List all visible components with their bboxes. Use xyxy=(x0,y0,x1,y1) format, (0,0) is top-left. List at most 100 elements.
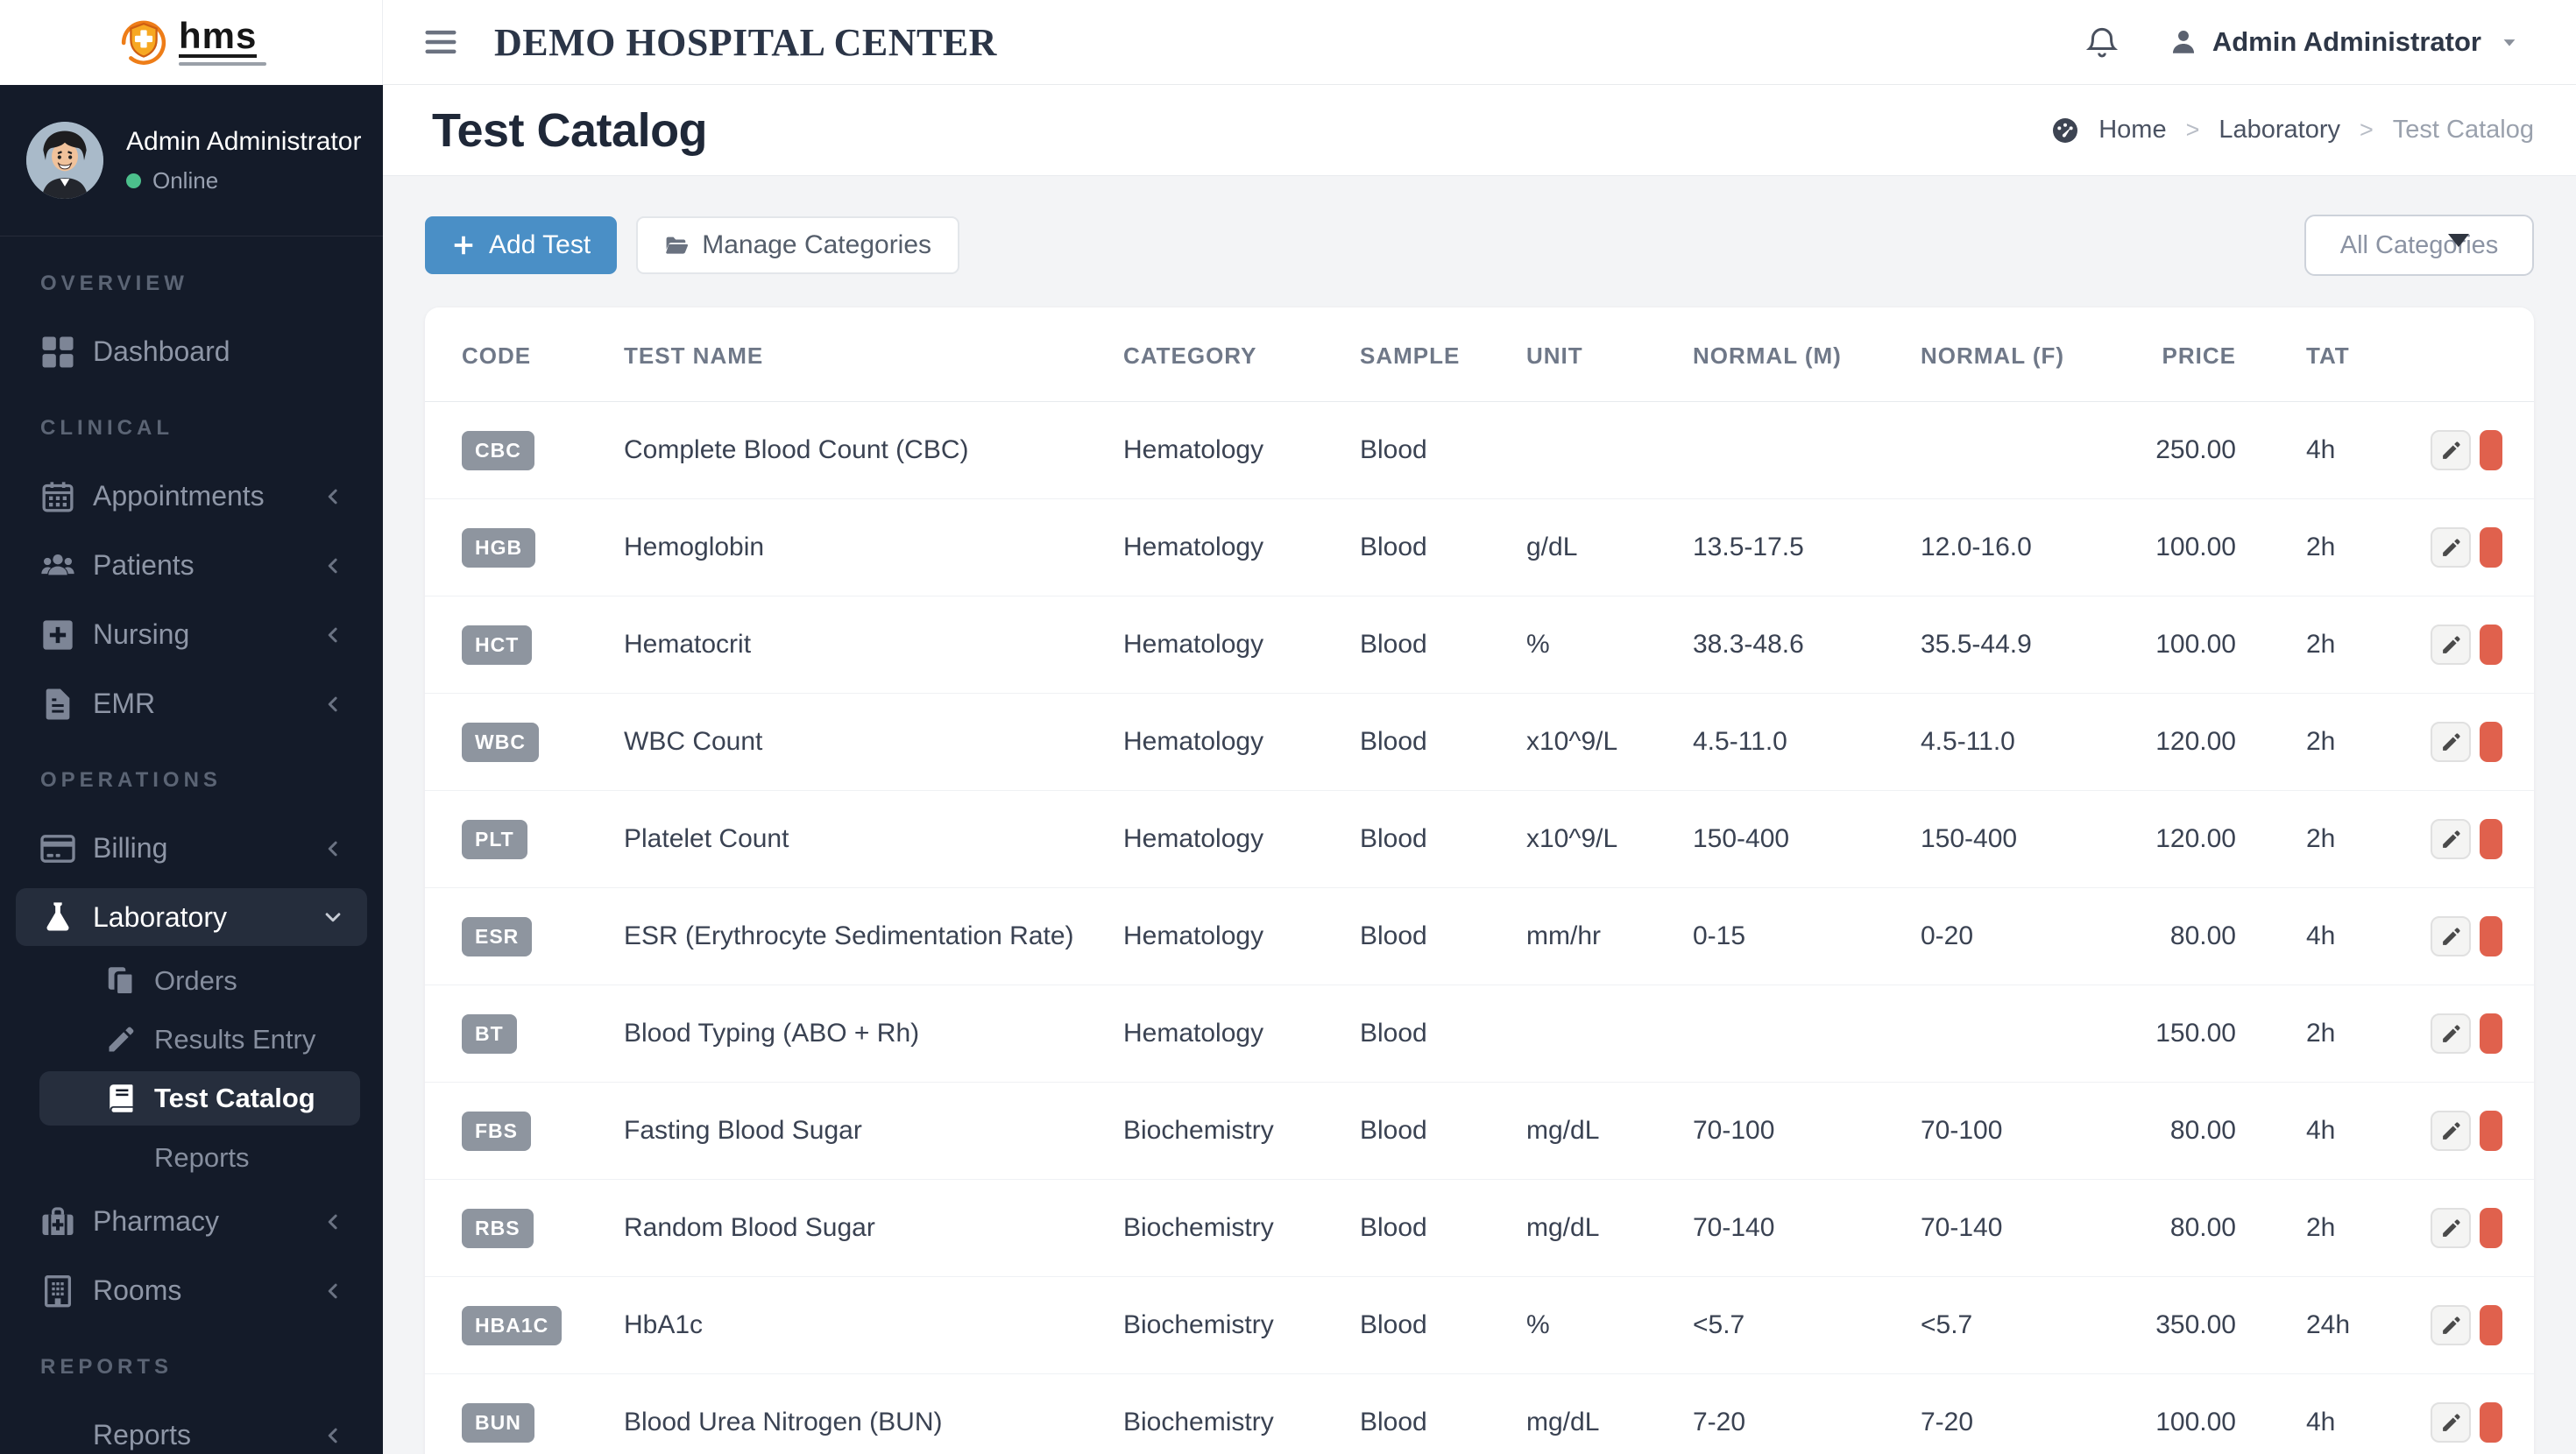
sidebar-item-patients[interactable]: Patients xyxy=(0,531,383,600)
sidebar-subitem-label: Test Catalog xyxy=(154,1083,315,1113)
sidebar-item-dashboard[interactable]: Dashboard xyxy=(0,317,383,386)
cell-unit: x10^9/L xyxy=(1526,693,1693,791)
delete-button[interactable] xyxy=(2480,1305,2502,1345)
edit-button[interactable] xyxy=(2431,1305,2471,1345)
delete-button[interactable] xyxy=(2480,1013,2502,1054)
cell-unit: % xyxy=(1526,596,1693,694)
delete-button[interactable] xyxy=(2480,916,2502,956)
user-menu[interactable]: Admin Administrator xyxy=(2169,26,2522,58)
delete-button[interactable] xyxy=(2480,625,2502,665)
cell-normal_m: 4.5-11.0 xyxy=(1693,693,1921,791)
edit-button[interactable] xyxy=(2431,722,2471,762)
sidebar-subitem-results-entry[interactable]: Results Entry xyxy=(0,1010,383,1069)
cell-normal_f: 7-20 xyxy=(1921,1373,2122,1454)
breadcrumb: Home > Laboratory > Test Catalog xyxy=(2051,116,2534,145)
cell-price: 80.00 xyxy=(2122,1179,2236,1277)
chevron-left-icon xyxy=(320,691,346,717)
delete-button[interactable] xyxy=(2480,527,2502,568)
cell-code: HCT xyxy=(425,596,624,694)
sidebar-item-rooms[interactable]: Rooms xyxy=(0,1256,383,1325)
notifications-bell-icon[interactable] xyxy=(2084,25,2120,60)
sidebar-item-label: Pharmacy xyxy=(93,1205,220,1237)
sidebar-item-billing[interactable]: Billing xyxy=(0,814,383,883)
edit-button[interactable] xyxy=(2431,819,2471,859)
cell-sample: Blood xyxy=(1360,693,1526,791)
chevron-left-icon xyxy=(320,1422,346,1449)
sidebar-subitem-reports[interactable]: Reports xyxy=(0,1128,383,1187)
delete-button[interactable] xyxy=(2480,1208,2502,1248)
cell-price: 100.00 xyxy=(2122,596,2236,694)
chevron-left-icon xyxy=(320,1209,346,1235)
delete-button[interactable] xyxy=(2480,1111,2502,1151)
edit-button[interactable] xyxy=(2431,916,2471,956)
table-row: CBC Complete Blood Count (CBC) Hematology B… xyxy=(425,401,2534,499)
cell-category: Hematology xyxy=(1123,985,1360,1083)
sidebar-subitem-orders[interactable]: Orders xyxy=(0,951,383,1010)
column-header-normal-m: NORMAL (M) xyxy=(1693,307,1921,402)
cell-code: PLT xyxy=(425,790,624,888)
cell-sample: Blood xyxy=(1360,985,1526,1083)
sidebar-subitem-test-catalog[interactable]: Test Catalog xyxy=(39,1071,360,1126)
sidebar-item-label: Rooms xyxy=(93,1274,182,1306)
cell-unit xyxy=(1526,401,1693,499)
cell-actions xyxy=(2420,887,2534,985)
edit-button[interactable] xyxy=(2431,1402,2471,1443)
sidebar-item-laboratory[interactable]: Laboratory xyxy=(16,888,367,946)
sidebar-item-appointments[interactable]: Appointments xyxy=(0,462,383,531)
sidebar-item-emr[interactable]: EMR xyxy=(0,669,383,738)
delete-button[interactable] xyxy=(2480,819,2502,859)
cell-name: Platelet Count xyxy=(624,790,1123,888)
cell-name: WBC Count xyxy=(624,693,1123,791)
cell-category: Hematology xyxy=(1123,693,1360,791)
cell-actions xyxy=(2420,985,2534,1083)
row-actions xyxy=(2420,1111,2534,1151)
delete-button[interactable] xyxy=(2480,1402,2502,1443)
cell-sample: Blood xyxy=(1360,1179,1526,1277)
edit-button[interactable] xyxy=(2431,1208,2471,1248)
cell-price: 150.00 xyxy=(2122,985,2236,1083)
table-row: RBS Random Blood Sugar Biochemistry Blood mg… xyxy=(425,1179,2534,1277)
cell-actions xyxy=(2420,401,2534,499)
edit-button[interactable] xyxy=(2431,625,2471,665)
delete-button[interactable] xyxy=(2480,430,2502,470)
sidebar-item-label: Appointments xyxy=(93,480,265,512)
test-code-badge: RBS xyxy=(462,1208,534,1248)
table-row: WBC WBC Count Hematology Blood x10^9/L 4.5-11… xyxy=(425,693,2534,791)
cell-unit: x10^9/L xyxy=(1526,790,1693,888)
cell-actions xyxy=(2420,1373,2534,1454)
sidebar-user-block: Admin Administrator Online xyxy=(0,85,383,236)
cell-tat: 2h xyxy=(2236,790,2420,888)
chevron-left-icon xyxy=(320,836,346,862)
cell-normal_f: 12.0-16.0 xyxy=(1921,498,2122,596)
breadcrumb-laboratory[interactable]: Laboratory xyxy=(2219,116,2340,145)
edit-button[interactable] xyxy=(2431,1013,2471,1054)
sidebar-item-nursing[interactable]: Nursing xyxy=(0,600,383,669)
sidebar-user-status: Online xyxy=(126,167,361,194)
column-header-actions xyxy=(2420,307,2534,402)
cell-unit: mg/dL xyxy=(1526,1179,1693,1277)
add-test-button[interactable]: Add Test xyxy=(425,216,618,274)
column-header-normal-f: NORMAL (F) xyxy=(1921,307,2122,402)
nav-section-label: OPERATIONS xyxy=(40,768,222,792)
cell-sample: Blood xyxy=(1360,1082,1526,1180)
edit-button[interactable] xyxy=(2431,527,2471,568)
cell-code: ESR xyxy=(425,887,624,985)
cell-normal_f xyxy=(1921,985,2122,1083)
breadcrumb-home[interactable]: Home xyxy=(2098,116,2166,145)
logo-area[interactable]: hms xyxy=(0,0,383,85)
logo-text-block: hms xyxy=(179,18,266,66)
cell-normal_m xyxy=(1693,401,1921,499)
table-row: HCT Hematocrit Hematology Blood% 38.3-48.6 35… xyxy=(425,596,2534,694)
cell-price: 80.00 xyxy=(2122,1082,2236,1180)
hamburger-icon[interactable] xyxy=(422,24,459,60)
edit-button[interactable] xyxy=(2431,1111,2471,1151)
cell-normal_m: 150-400 xyxy=(1693,790,1921,888)
nav-section-label: REPORTS xyxy=(40,1355,173,1379)
cell-normal_m: 0-15 xyxy=(1693,887,1921,985)
category-filter-select[interactable]: All Categories xyxy=(2304,215,2534,276)
manage-categories-button[interactable]: Manage Categories xyxy=(636,216,960,274)
sidebar-item-reports[interactable]: Reports xyxy=(0,1401,383,1454)
edit-button[interactable] xyxy=(2431,430,2471,470)
delete-button[interactable] xyxy=(2480,722,2502,762)
sidebar-item-pharmacy[interactable]: Pharmacy xyxy=(0,1187,383,1256)
